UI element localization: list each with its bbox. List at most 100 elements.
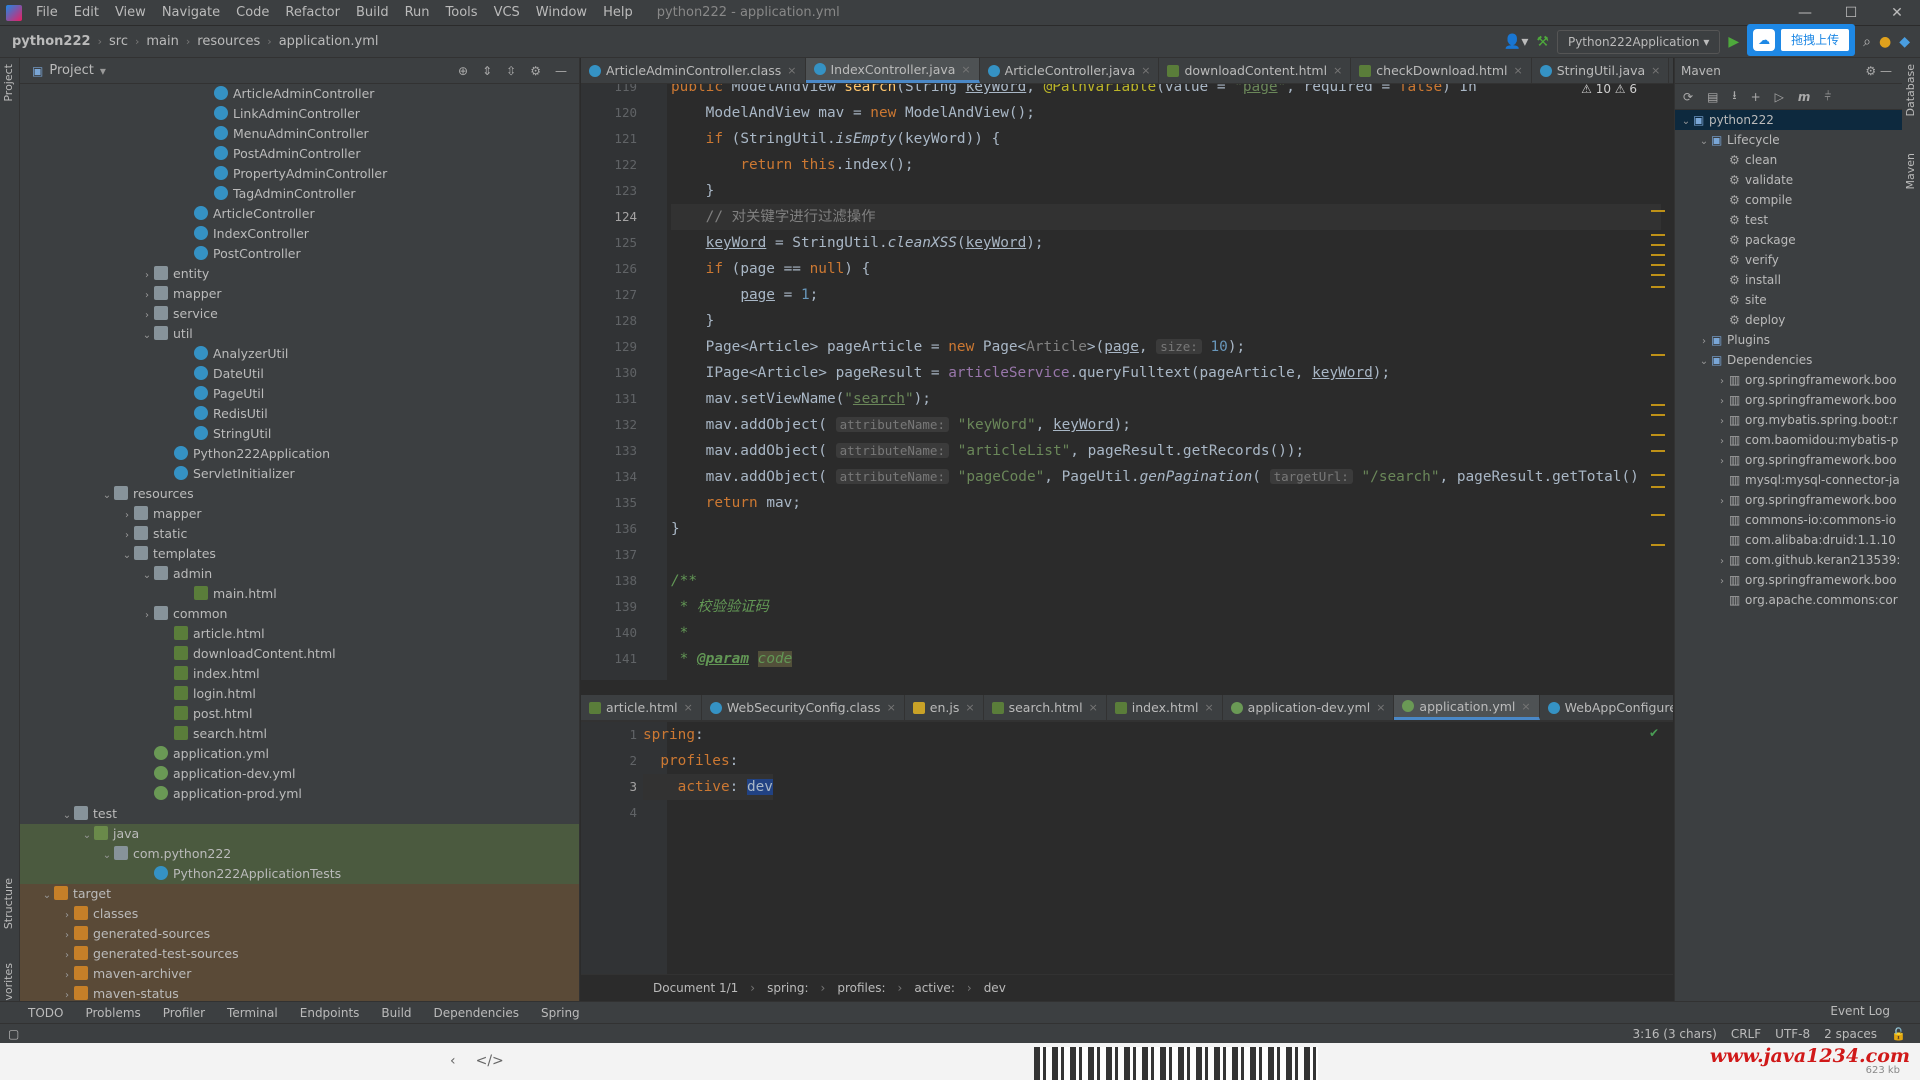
chevron-down-icon[interactable]: ⌄ (1697, 352, 1711, 370)
close-icon[interactable]: × (961, 63, 970, 76)
maven-tree-item[interactable]: ⚙ test (1675, 210, 1902, 230)
error-stripe-mark[interactable] (1651, 544, 1665, 546)
chevron-right-icon[interactable]: › (1715, 412, 1729, 430)
maven-tree-item[interactable]: ⚙ clean (1675, 150, 1902, 170)
project-panel-title[interactable]: Project (49, 63, 93, 78)
chevron-down-icon[interactable]: ⌄ (120, 546, 134, 566)
close-icon[interactable]: × (684, 701, 693, 714)
editor-tab[interactable]: ArticleAdminController.class × (581, 58, 806, 83)
maven-tree-item[interactable]: › ▥ org.springframework.boo (1675, 490, 1902, 510)
yaml-breadcrumb-item[interactable]: active: (908, 981, 961, 995)
error-stripe-mark[interactable] (1651, 244, 1665, 246)
error-stripe-mark[interactable] (1651, 354, 1665, 356)
code-line[interactable]: mav.setViewName("search"); (671, 386, 1661, 412)
tree-item[interactable]: application-prod.yml (20, 784, 579, 804)
error-stripe-mark[interactable] (1651, 414, 1665, 416)
tree-item[interactable]: article.html (20, 624, 579, 644)
error-stripe-mark[interactable] (1651, 514, 1665, 516)
maven-m-icon[interactable]: m (1798, 90, 1811, 104)
gear-icon[interactable]: ⚙ (530, 64, 541, 78)
chevron-right-icon[interactable]: › (1697, 332, 1711, 350)
tree-item[interactable]: › maven-archiver (20, 964, 579, 984)
breadcrumb-item[interactable]: application.yml (275, 34, 383, 49)
toolwindow-todo[interactable]: TODO (28, 1006, 63, 1020)
code-line[interactable]: active: dev (643, 774, 773, 800)
code-line[interactable]: } (671, 308, 1661, 334)
chevron-down-icon[interactable]: ⌄ (80, 826, 94, 846)
chevron-down-icon[interactable]: ⌄ (140, 326, 154, 346)
code-line[interactable]: * 校验验证码 (671, 594, 1661, 620)
chevron-down-icon[interactable]: ⌄ (1697, 132, 1711, 150)
add-icon[interactable]: + (1751, 90, 1761, 104)
editor-tab[interactable]: index.html × (1107, 695, 1223, 720)
toolwindow-spring[interactable]: Spring (541, 1006, 580, 1020)
menu-code[interactable]: Code (228, 0, 277, 26)
maven-tree-item[interactable]: ▥ com.alibaba:druid:1.1.10 (1675, 530, 1902, 550)
maven-tree-item[interactable]: ⚙ site (1675, 290, 1902, 310)
editor-tab[interactable]: IndexController.java × (805, 58, 980, 83)
tree-item[interactable]: › classes (20, 904, 579, 924)
maven-tree-item[interactable]: ⚙ package (1675, 230, 1902, 250)
maven-tree-item[interactable]: ⚙ verify (1675, 250, 1902, 270)
tree-item[interactable]: ⌄ test (20, 804, 579, 824)
tree-item[interactable]: Python222ApplicationTests (20, 864, 579, 884)
run-icon[interactable]: ▷ (1775, 90, 1784, 104)
chevron-right-icon[interactable]: › (1715, 432, 1729, 450)
menu-tools[interactable]: Tools (438, 0, 486, 26)
tree-item[interactable]: Python222Application (20, 444, 579, 464)
menu-build[interactable]: Build (348, 0, 397, 26)
tree-item[interactable]: search.html (20, 724, 579, 744)
minimize-icon[interactable]: — (1782, 0, 1828, 26)
tree-item[interactable]: ⌄ templates (20, 544, 579, 564)
menu-navigate[interactable]: Navigate (154, 0, 228, 26)
chevron-right-icon[interactable]: › (60, 906, 74, 926)
reload-icon[interactable]: ⟳ (1683, 90, 1693, 104)
tree-item[interactable]: post.html (20, 704, 579, 724)
tree-item[interactable]: RedisUtil (20, 404, 579, 424)
chevron-right-icon[interactable]: › (120, 506, 134, 526)
tree-item[interactable]: application.yml (20, 744, 579, 764)
maven-tree-item[interactable]: › ▥ com.baomidou:mybatis-p (1675, 430, 1902, 450)
toolwindow-build[interactable]: Build (381, 1006, 411, 1020)
error-stripe-mark[interactable] (1651, 210, 1665, 212)
tree-item[interactable]: PropertyAdminController (20, 164, 579, 184)
editor-tab[interactable]: downloadContent.html × (1159, 58, 1352, 83)
locate-icon[interactable]: ⊕ (458, 64, 468, 78)
chevron-down-icon[interactable]: ⌄ (60, 806, 74, 826)
line-separator[interactable]: CRLF (1731, 1027, 1761, 1041)
close-icon[interactable]: × (787, 64, 796, 77)
tree-item[interactable]: PostController (20, 244, 579, 264)
chevron-right-icon[interactable]: › (140, 606, 154, 626)
tree-item[interactable]: › static (20, 524, 579, 544)
event-log-button[interactable]: Event Log (1830, 1004, 1890, 1018)
tree-item[interactable]: ⌄ target (20, 884, 579, 904)
run-icon[interactable]: ▶ (1728, 34, 1739, 50)
chevron-right-icon[interactable]: › (60, 986, 74, 1001)
maven-tree-item[interactable]: › ▥ org.mybatis.spring.boot:r (1675, 410, 1902, 430)
close-icon[interactable]: × (965, 701, 974, 714)
chevron-right-icon[interactable]: › (1715, 372, 1729, 390)
chevron-right-icon[interactable]: › (60, 946, 74, 966)
skip-tests-icon[interactable]: ⫩ (1824, 89, 1831, 104)
caret-position[interactable]: 3:16 (3 chars) (1633, 1027, 1717, 1041)
structure-tool-button[interactable]: Structure (2, 878, 15, 929)
close-icon[interactable]: × (1141, 64, 1150, 77)
chevron-down-icon[interactable]: ⌄ (100, 486, 114, 506)
chevron-right-icon[interactable]: › (140, 266, 154, 286)
menu-help[interactable]: Help (595, 0, 641, 26)
tree-item[interactable]: application-dev.yml (20, 764, 579, 784)
yaml-breadcrumb-item[interactable]: dev (978, 981, 1012, 995)
maven-tree-item[interactable]: ⌄ ▣ python222 (1675, 110, 1902, 130)
tree-item[interactable]: › generated-test-sources (20, 944, 579, 964)
maven-tree-item[interactable]: ▥ org.apache.commons:cor (1675, 590, 1902, 610)
tree-item[interactable]: MenuAdminController (20, 124, 579, 144)
code-line[interactable] (671, 542, 1661, 568)
editor-tab[interactable]: en.js × (905, 695, 984, 720)
breadcrumb-item[interactable]: main (142, 34, 182, 49)
maven-tree-item[interactable]: ⚙ deploy (1675, 310, 1902, 330)
download-icon[interactable]: ⭳ (1732, 86, 1736, 107)
database-tool-button[interactable]: Database (1904, 64, 1917, 117)
error-stripe-mark[interactable] (1651, 404, 1665, 406)
maven-tree-item[interactable]: ⌄ ▣ Lifecycle (1675, 130, 1902, 150)
menu-view[interactable]: View (107, 0, 154, 26)
